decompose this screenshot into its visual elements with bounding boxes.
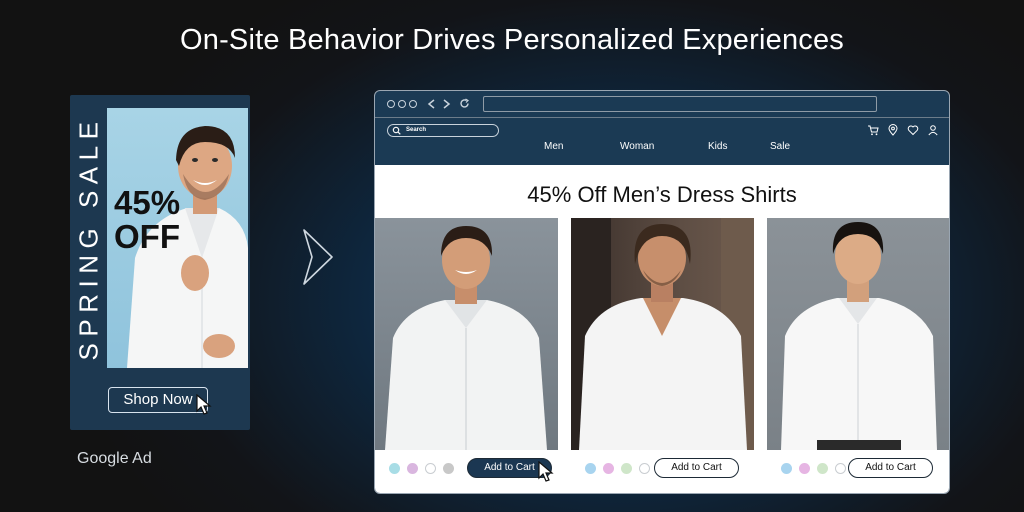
window-dot-icon[interactable] [387, 100, 395, 108]
shop-now-button[interactable]: Shop Now [108, 387, 208, 413]
product-photo [571, 218, 754, 450]
nav-item-sale[interactable]: Sale [770, 141, 790, 152]
color-swatch[interactable] [781, 463, 792, 474]
color-swatch[interactable] [621, 463, 632, 474]
color-swatch[interactable] [835, 463, 846, 474]
search-icon [392, 126, 401, 135]
window-dot-icon[interactable] [398, 100, 406, 108]
browser-window: Search Men Woman Kids Sale 45% Off Men’s… [374, 90, 950, 494]
back-icon[interactable] [427, 99, 437, 109]
address-bar[interactable] [483, 96, 877, 112]
ad-offer-text: 45% OFF [114, 184, 181, 255]
store-content: 45% Off Men’s Dress Shirts Add to Cart A… [375, 165, 949, 493]
product-photo [375, 218, 558, 450]
chevron-right-icon [303, 229, 333, 285]
color-swatches [781, 463, 846, 474]
product-photo [767, 218, 949, 450]
color-swatches [389, 463, 454, 474]
color-swatches [585, 463, 650, 474]
pointer-cursor-icon [538, 461, 554, 482]
heart-icon[interactable] [907, 124, 919, 136]
color-swatch[interactable] [407, 463, 418, 474]
ad-caption: Google Ad [77, 450, 152, 467]
user-icon[interactable] [927, 124, 939, 136]
color-swatch[interactable] [585, 463, 596, 474]
promo-banner-title: 45% Off Men’s Dress Shirts [527, 182, 797, 207]
product-card: Add to Cart [571, 218, 754, 493]
nav-icon-group [867, 124, 939, 136]
color-swatch[interactable] [443, 463, 454, 474]
color-swatch[interactable] [639, 463, 650, 474]
add-to-cart-button[interactable]: Add to Cart [848, 458, 933, 478]
color-swatch[interactable] [817, 463, 828, 474]
product-card: Add to Cart [767, 218, 949, 493]
nav-item-woman[interactable]: Woman [620, 141, 654, 152]
nav-item-men[interactable]: Men [544, 141, 563, 152]
color-swatch[interactable] [425, 463, 436, 474]
product-card: Add to Cart [375, 218, 558, 493]
search-input[interactable]: Search [387, 124, 499, 137]
color-swatch[interactable] [799, 463, 810, 474]
page-headline: On-Site Behavior Drives Personalized Exp… [179, 24, 844, 56]
forward-icon[interactable] [441, 99, 451, 109]
store-navbar: Search Men Woman Kids Sale [375, 117, 949, 165]
refresh-icon[interactable] [459, 98, 470, 109]
window-dot-icon[interactable] [409, 100, 417, 108]
color-swatch[interactable] [603, 463, 614, 474]
pointer-cursor-icon [196, 394, 212, 415]
cart-icon[interactable] [867, 124, 879, 136]
nav-item-kids[interactable]: Kids [708, 141, 727, 152]
ad-vertical-text: SPRING SALE [73, 115, 104, 360]
add-to-cart-button[interactable]: Add to Cart [654, 458, 739, 478]
color-swatch[interactable] [389, 463, 400, 474]
location-icon[interactable] [887, 124, 899, 136]
browser-titlebar [375, 91, 949, 117]
